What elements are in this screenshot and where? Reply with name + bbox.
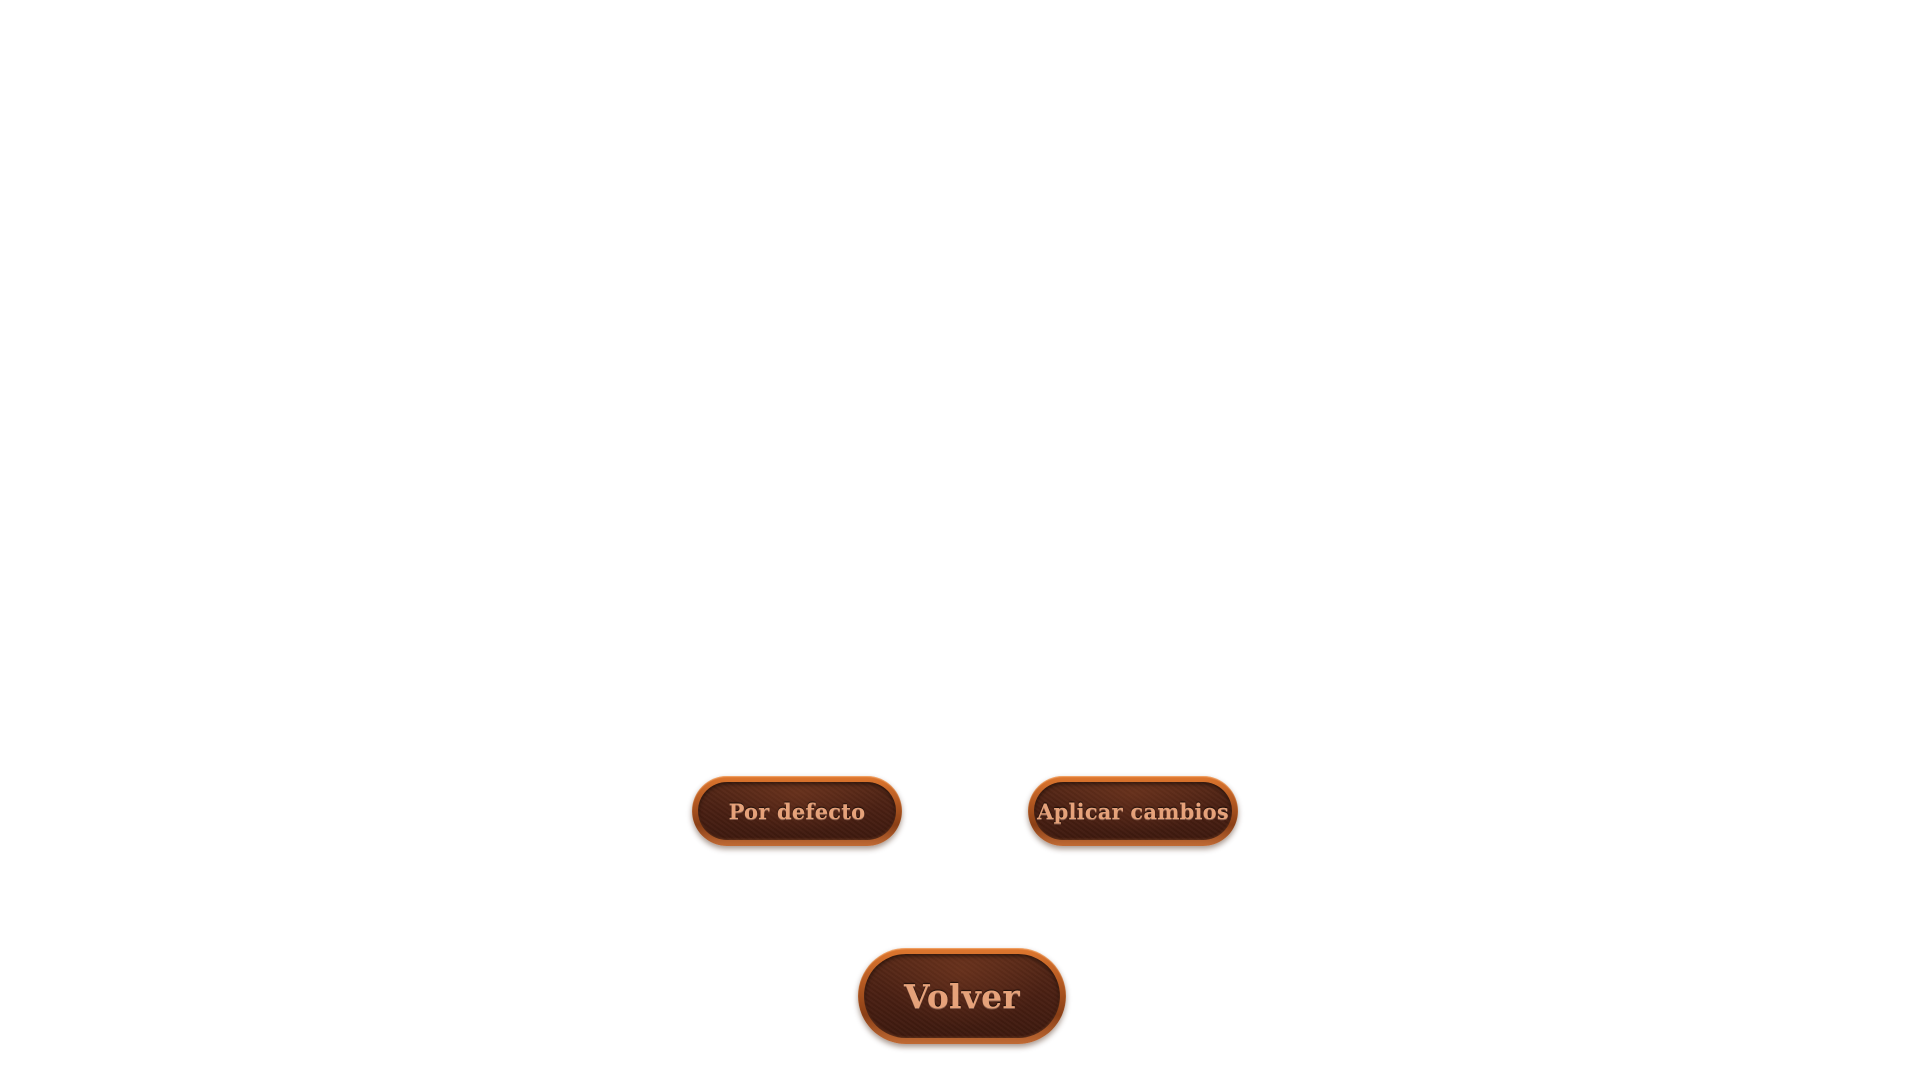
restore-defaults-button-face: Por defecto xyxy=(698,782,896,840)
settings-screen: Por defecto Aplicar cambios Volver xyxy=(0,0,1920,1080)
back-button-face: Volver xyxy=(864,954,1060,1038)
restore-defaults-button[interactable]: Por defecto xyxy=(692,776,902,846)
back-button[interactable]: Volver xyxy=(858,948,1066,1044)
restore-defaults-label: Por defecto xyxy=(728,798,866,824)
apply-changes-button-face: Aplicar cambios xyxy=(1034,782,1232,840)
apply-changes-label: Aplicar cambios xyxy=(1037,798,1229,824)
apply-changes-button[interactable]: Aplicar cambios xyxy=(1028,776,1238,846)
back-label: Volver xyxy=(904,976,1020,1016)
